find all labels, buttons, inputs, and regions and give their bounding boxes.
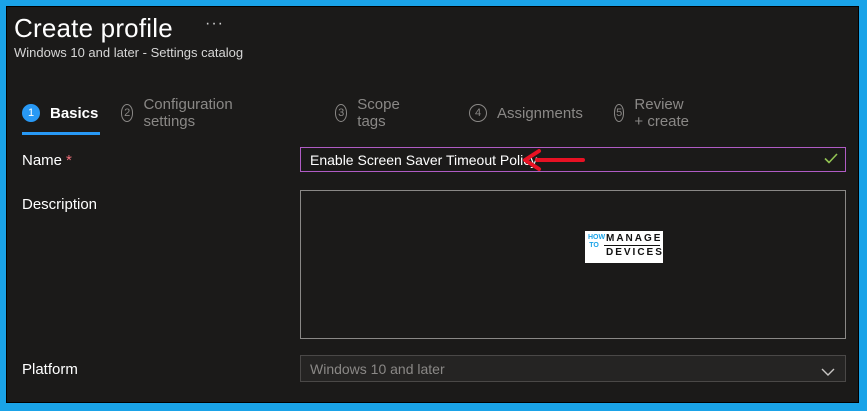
name-label: Name * [22,152,72,169]
step-label-configuration-settings: Configuration settings [143,96,233,130]
logo-how-to-text: HOW TO [588,234,606,249]
chevron-down-icon [821,364,835,382]
required-indicator: * [66,152,72,169]
step-number-4: 4 [469,104,487,122]
step-number-1: 1 [22,104,40,122]
more-options-button[interactable]: ··· [205,15,224,33]
tab-scope-tags[interactable]: 3 Scope tags [335,96,406,130]
step-label-basics: Basics [50,104,99,122]
checkmark-icon [823,150,839,171]
platform-dropdown-value: Windows 10 and later [310,361,445,377]
tab-review-create[interactable]: 5 Review + create [614,96,691,130]
tab-configuration-settings[interactable]: 2 Configuration settings [121,96,238,130]
description-label: Description [22,196,98,213]
red-arrow-icon [521,149,587,176]
create-profile-panel: Create profile ··· Windows 10 and later … [6,6,859,403]
platform-dropdown[interactable]: Windows 10 and later [300,355,846,382]
step-number-3: 3 [335,104,348,122]
step-number-2: 2 [121,104,134,122]
step-label-review-create: Review + create [634,96,690,130]
tab-assignments[interactable]: 4 Assignments [469,103,583,123]
page-subtitle: Windows 10 and later - Settings catalog [14,45,244,60]
tab-basics[interactable]: 1 Basics [22,103,98,123]
description-textarea[interactable]: HOW TO MANAGE DEVICES [300,190,846,339]
platform-label: Platform [22,361,78,378]
page-title: Create profile [14,13,173,43]
active-tab-indicator [22,132,100,135]
logo-divider [604,245,660,246]
step-label-scope-tags: Scope tags [357,96,400,130]
how-to-manage-devices-logo: HOW TO MANAGE DEVICES [585,231,663,263]
logo-manage-text: MANAGE [606,233,663,244]
name-input-value: Enable Screen Saver Timeout Policy [310,152,538,168]
step-label-assignments: Assignments [497,104,583,122]
name-label-text: Name [22,152,63,169]
step-number-5: 5 [614,104,625,122]
logo-devices-text: DEVICES [606,247,664,258]
